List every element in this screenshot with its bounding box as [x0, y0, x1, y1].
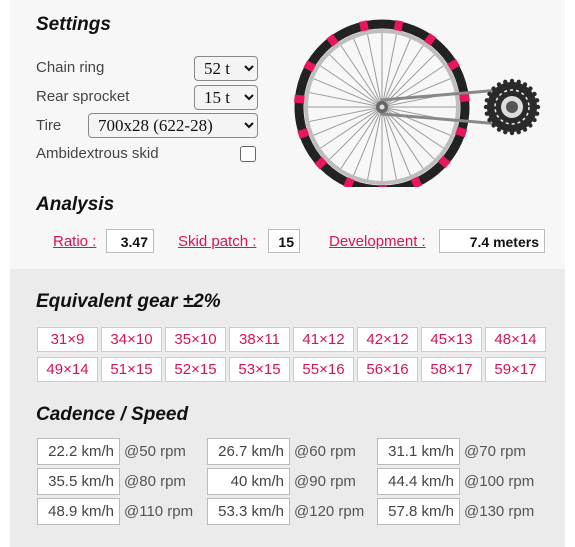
equivalent-gear-cell[interactable]: 45×13: [421, 327, 482, 352]
cadence-rpm-label: @120 rpm: [294, 503, 365, 520]
equivalent-gear-cell[interactable]: 56×16: [357, 357, 418, 382]
skid-patch-value: 15: [268, 229, 300, 253]
cadence-rpm-label: @110 rpm: [124, 503, 194, 520]
tire-label: Tire: [36, 117, 62, 134]
spoke: [329, 54, 383, 108]
equivalent-gear-cell[interactable]: 59×17: [485, 357, 546, 382]
equivalent-gear-cell[interactable]: 48×14: [485, 327, 546, 352]
analysis-heading: Analysis: [36, 194, 115, 215]
speed-value: 44.4 km/h: [377, 468, 460, 495]
skid-patch-link[interactable]: Skid patch :: [178, 233, 256, 250]
equivalent-gear-cell[interactable]: 38×11: [229, 327, 290, 352]
equivalent-gear-cell[interactable]: 55×16: [293, 357, 354, 382]
cadence-rpm-label: @90 rpm: [294, 473, 356, 490]
cadence-rpm-label: @70 rpm: [464, 443, 526, 460]
equivalent-gear-cell[interactable]: 31×9: [37, 327, 98, 352]
speed-value: 57.8 km/h: [377, 498, 460, 525]
ambidextrous-skid-checkbox[interactable]: [240, 146, 256, 162]
cadence-rpm-label: @130 rpm: [464, 503, 535, 520]
chain-ring-label: Chain ring: [36, 59, 105, 76]
cadence-rpm-label: @50 rpm: [124, 443, 186, 460]
chain-ring-select[interactable]: 52 t: [194, 56, 258, 81]
equivalent-gear-cell[interactable]: 52×15: [165, 357, 226, 382]
rear-sprocket-select[interactable]: 15 t: [194, 85, 258, 110]
speed-value: 31.1 km/h: [377, 438, 460, 465]
cadence-rpm-label: @100 rpm: [464, 473, 535, 490]
equivalent-gear-cell[interactable]: 41×12: [293, 327, 354, 352]
ratio-link[interactable]: Ratio :: [53, 233, 96, 250]
ratio-value: 3.47: [106, 229, 154, 253]
equivalent-gear-cell[interactable]: 53×15: [229, 357, 290, 382]
wheel-illustration-icon: [294, 19, 541, 187]
speed-value: 40 km/h: [207, 468, 290, 495]
speed-value: 26.7 km/h: [207, 438, 290, 465]
ambidextrous-skid-label: Ambidextrous skid: [36, 145, 159, 162]
speed-value: 35.5 km/h: [37, 468, 120, 495]
speed-value: 53.3 km/h: [207, 498, 290, 525]
cadence-rpm-label: @80 rpm: [124, 473, 186, 490]
speed-value: 48.9 km/h: [37, 498, 120, 525]
settings-heading: Settings: [36, 14, 111, 35]
skid-mark: [378, 184, 387, 187]
development-value: 7.4 meters: [439, 229, 545, 253]
equivalent-gear-cell[interactable]: 51×15: [101, 357, 162, 382]
spoke: [329, 106, 383, 160]
development-link[interactable]: Development :: [329, 233, 426, 250]
equivalent-gear-heading: Equivalent gear ±2%: [36, 291, 221, 312]
cadence-rpm-label: @60 rpm: [294, 443, 356, 460]
equivalent-gear-cell[interactable]: 58×17: [421, 357, 482, 382]
speed-value: 22.2 km/h: [37, 438, 120, 465]
equivalent-gear-cell[interactable]: 49×14: [37, 357, 98, 382]
tire-select[interactable]: 700x28 (622-28): [88, 113, 258, 138]
rear-sprocket-label: Rear sprocket: [36, 88, 130, 105]
equivalent-gear-cell[interactable]: 35×10: [165, 327, 226, 352]
skid-mark: [294, 94, 305, 104]
cadence-speed-heading: Cadence / Speed: [36, 404, 189, 425]
equivalent-gear-cell[interactable]: 42×12: [357, 327, 418, 352]
equivalent-gear-cell[interactable]: 34×10: [101, 327, 162, 352]
chainring-icon: [483, 78, 541, 136]
